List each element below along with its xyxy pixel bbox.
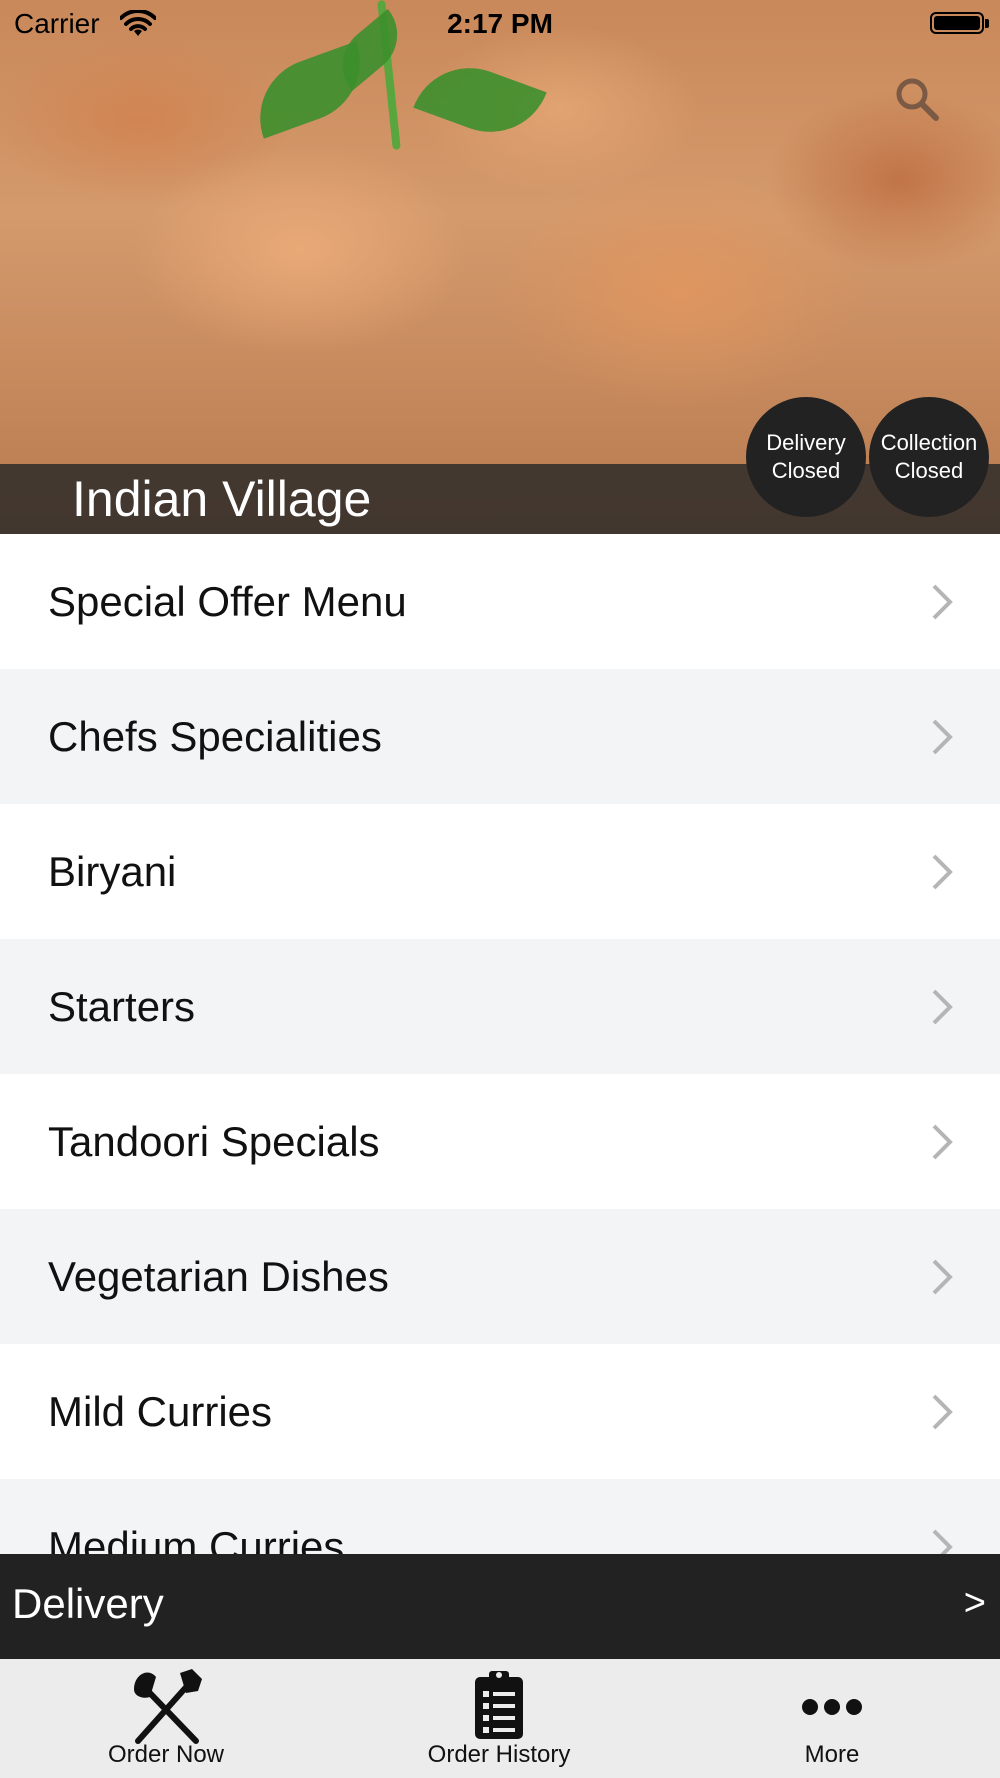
chevron-right-icon bbox=[932, 1259, 953, 1294]
tab-bar: Order Now Order History More bbox=[0, 1659, 1000, 1778]
battery-icon bbox=[930, 12, 984, 34]
tab-label: More bbox=[804, 1741, 860, 1768]
menu-item-label: Chefs Specialities bbox=[48, 712, 382, 760]
more-dots-icon bbox=[802, 1699, 862, 1715]
collection-status-value: Closed bbox=[894, 458, 964, 483]
clipboard-list-icon bbox=[475, 1671, 523, 1739]
restaurant-name: Indian Village bbox=[72, 471, 372, 527]
menu-item-biryani[interactable]: Biryani bbox=[0, 804, 1000, 939]
tab-order-history[interactable]: Order History bbox=[379, 1659, 619, 1778]
menu-item-vegetarian-dishes[interactable]: Vegetarian Dishes bbox=[0, 1209, 1000, 1344]
delivery-status-value: Closed bbox=[771, 458, 841, 483]
chevron-right-icon bbox=[932, 989, 953, 1024]
menu-item-label: Medium Curries bbox=[48, 1522, 345, 1555]
menu-item-label: Tandoori Specials bbox=[48, 1117, 380, 1165]
menu-item-tandoori-specials[interactable]: Tandoori Specials bbox=[0, 1074, 1000, 1209]
chevron-right-icon bbox=[932, 854, 953, 889]
clock: 2:17 PM bbox=[447, 8, 553, 39]
chevron-right-icon bbox=[932, 1529, 953, 1554]
menu-item-special-offer-menu[interactable]: Special Offer Menu bbox=[0, 534, 1000, 669]
delivery-mode-arrow: > bbox=[963, 1582, 986, 1624]
chevron-right-icon bbox=[932, 584, 953, 619]
menu-item-medium-curries[interactable]: Medium Curries bbox=[0, 1479, 1000, 1554]
menu-item-label: Vegetarian Dishes bbox=[48, 1252, 389, 1300]
menu-item-label: Special Offer Menu bbox=[48, 577, 407, 625]
chevron-right-icon bbox=[932, 1124, 953, 1159]
menu-item-label: Biryani bbox=[48, 847, 177, 895]
delivery-status-badge: Delivery Closed bbox=[746, 397, 866, 517]
fork-knife-icon bbox=[134, 1669, 202, 1744]
menu-item-mild-curries[interactable]: Mild Curries bbox=[0, 1344, 1000, 1479]
tab-more[interactable]: More bbox=[712, 1659, 952, 1778]
delivery-mode-bar[interactable]: Delivery > bbox=[0, 1554, 1000, 1659]
collection-status-badge: Collection Closed bbox=[869, 397, 989, 517]
tab-label: Order Now bbox=[107, 1741, 225, 1768]
collection-status-label: Collection bbox=[880, 430, 978, 455]
delivery-mode-label: Delivery bbox=[12, 1580, 164, 1627]
status-bar: Carrier 2:17 PM bbox=[0, 0, 1000, 50]
menu-item-starters[interactable]: Starters bbox=[0, 939, 1000, 1074]
delivery-status-label: Delivery bbox=[766, 430, 846, 455]
tab-order-now[interactable]: Order Now bbox=[46, 1659, 286, 1778]
chevron-right-icon bbox=[932, 1394, 953, 1429]
tab-label: Order History bbox=[427, 1741, 571, 1768]
search-icon[interactable] bbox=[892, 74, 942, 124]
menu-item-label: Starters bbox=[48, 982, 196, 1030]
menu-item-chefs-specialities[interactable]: Chefs Specialities bbox=[0, 669, 1000, 804]
menu-item-label: Mild Curries bbox=[48, 1387, 273, 1435]
menu-category-list: Special Offer Menu Chefs Specialities Bi… bbox=[0, 534, 1000, 1554]
chevron-right-icon bbox=[932, 719, 953, 754]
